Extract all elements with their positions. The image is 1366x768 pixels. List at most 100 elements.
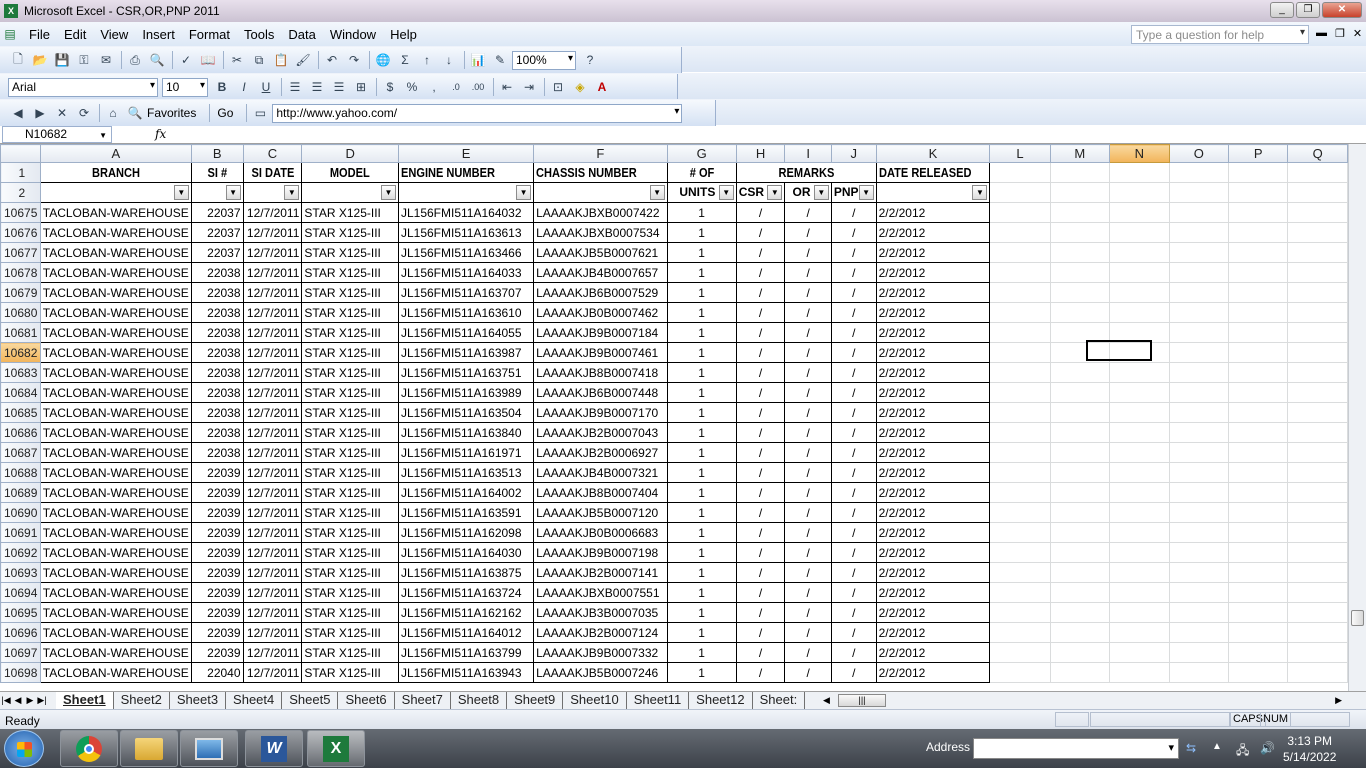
- cell-chassis[interactable]: LAAAAKJB2B0007043: [533, 422, 668, 443]
- drawing-icon[interactable]: ✎: [490, 50, 510, 70]
- empty-cell[interactable]: [1109, 302, 1170, 323]
- cell-branch[interactable]: TACLOBAN-WAREHOUSE: [40, 342, 192, 363]
- active-cell-N10682[interactable]: [1086, 340, 1152, 361]
- cell-model[interactable]: STAR X125-III: [301, 562, 399, 583]
- filter-dropdown-icon[interactable]: ▼: [972, 185, 988, 201]
- cell-csr[interactable]: /: [736, 322, 786, 343]
- empty-cell[interactable]: [1287, 302, 1348, 323]
- copy-icon[interactable]: ⧉: [249, 50, 269, 70]
- cell-date[interactable]: 12/7/2011: [243, 362, 303, 383]
- cell-units[interactable]: 1: [667, 602, 737, 623]
- cell-or[interactable]: /: [784, 302, 832, 323]
- cell-branch[interactable]: TACLOBAN-WAREHOUSE: [40, 582, 192, 603]
- cell-si[interactable]: 22037: [191, 202, 244, 223]
- empty-cell[interactable]: [1228, 562, 1289, 583]
- cell-units[interactable]: 1: [667, 202, 737, 223]
- cell-pnp[interactable]: /: [831, 562, 877, 583]
- cell-date[interactable]: 12/7/2011: [243, 502, 303, 523]
- empty-cell[interactable]: [989, 582, 1051, 603]
- percent-icon[interactable]: %: [402, 77, 422, 97]
- row-header[interactable]: 10688: [0, 462, 41, 483]
- empty-cell[interactable]: [1169, 542, 1230, 563]
- url-input[interactable]: http://www.yahoo.com/: [272, 103, 683, 123]
- cell-chassis[interactable]: LAAAAKJB9B0007332: [533, 642, 668, 663]
- empty-cell[interactable]: [1228, 522, 1289, 543]
- empty-cell[interactable]: [989, 402, 1051, 423]
- filter-dropdown-icon[interactable]: ▼: [718, 185, 734, 201]
- sheet-tab[interactable]: Sheet7: [395, 692, 451, 709]
- save-icon[interactable]: 💾: [52, 50, 72, 70]
- empty-cell[interactable]: [1228, 482, 1289, 503]
- empty-cell[interactable]: [1228, 422, 1289, 443]
- search-web-icon[interactable]: 🔍: [125, 103, 145, 123]
- cell-csr[interactable]: /: [736, 382, 786, 403]
- cell-released[interactable]: 2/2/2012: [876, 402, 991, 423]
- cell-date[interactable]: 12/7/2011: [243, 662, 303, 683]
- row-header[interactable]: 10676: [0, 222, 41, 243]
- cell-units[interactable]: 1: [667, 562, 737, 583]
- cell-units[interactable]: 1: [667, 482, 737, 503]
- scroll-left-icon[interactable]: ◀: [823, 695, 830, 706]
- stop-icon[interactable]: ✕: [52, 103, 72, 123]
- cell-model[interactable]: STAR X125-III: [301, 402, 399, 423]
- empty-cell[interactable]: [1169, 662, 1230, 683]
- cell-date[interactable]: 12/7/2011: [243, 222, 303, 243]
- empty-cell[interactable]: [1109, 502, 1170, 523]
- empty-cell[interactable]: [989, 442, 1051, 463]
- column-header[interactable]: O: [1168, 144, 1230, 163]
- cell-units[interactable]: 1: [667, 282, 737, 303]
- cell-chassis[interactable]: LAAAAKJB6B0007448: [533, 382, 668, 403]
- close-button[interactable]: ✕: [1322, 2, 1362, 18]
- cell-or[interactable]: /: [784, 502, 832, 523]
- column-header-selected[interactable]: N: [1109, 144, 1170, 163]
- cell-released[interactable]: 2/2/2012: [876, 562, 991, 583]
- empty-cell[interactable]: [1050, 602, 1111, 623]
- cell-model[interactable]: STAR X125-III: [301, 262, 399, 283]
- column-header[interactable]: P: [1228, 144, 1289, 163]
- empty-cell[interactable]: [1050, 242, 1111, 263]
- empty-cell[interactable]: [1228, 242, 1289, 263]
- empty-cell[interactable]: [1109, 362, 1170, 383]
- cell-units[interactable]: 1: [667, 242, 737, 263]
- restore-button[interactable]: ❐: [1296, 2, 1320, 18]
- empty-cell[interactable]: [1287, 522, 1348, 543]
- empty-cell[interactable]: [989, 562, 1051, 583]
- cell-si[interactable]: 22039: [191, 622, 244, 643]
- cell-or[interactable]: /: [784, 562, 832, 583]
- cell-chassis[interactable]: LAAAAKJB2B0007141: [533, 562, 668, 583]
- cell-engine[interactable]: JL156FMI511A164002: [398, 482, 535, 503]
- cell-pnp[interactable]: /: [831, 422, 877, 443]
- undo-icon[interactable]: ↶: [322, 50, 342, 70]
- print-icon[interactable]: ⎙: [125, 50, 145, 70]
- cell-released[interactable]: 2/2/2012: [876, 642, 991, 663]
- empty-cell[interactable]: [1109, 282, 1170, 303]
- empty-cell[interactable]: [1287, 502, 1348, 523]
- cell-engine[interactable]: JL156FMI511A163610: [398, 302, 535, 323]
- empty-cell[interactable]: [1169, 602, 1230, 623]
- sheet-tab[interactable]: Sheet9: [507, 692, 564, 709]
- empty-cell[interactable]: [989, 642, 1051, 663]
- cell-pnp[interactable]: /: [831, 642, 877, 663]
- cell-pnp[interactable]: /: [831, 482, 877, 503]
- cell-csr[interactable]: /: [736, 622, 786, 643]
- empty-cell[interactable]: [1287, 402, 1348, 423]
- cell-engine[interactable]: JL156FMI511A163989: [398, 382, 535, 403]
- cell-model[interactable]: STAR X125-III: [301, 602, 399, 623]
- row-header[interactable]: 10691: [0, 522, 41, 543]
- cell-si[interactable]: 22040: [191, 662, 244, 683]
- cell-si[interactable]: 22039: [191, 522, 244, 543]
- cell-branch[interactable]: TACLOBAN-WAREHOUSE: [40, 642, 192, 663]
- menu-view[interactable]: View: [93, 27, 135, 42]
- sheet-tab[interactable]: Sheet1: [56, 692, 114, 709]
- empty-cell[interactable]: [1287, 282, 1348, 303]
- cell-units[interactable]: 1: [667, 542, 737, 563]
- cell-units[interactable]: 1: [667, 522, 737, 543]
- empty-cell[interactable]: [1109, 422, 1170, 443]
- empty-cell[interactable]: [1228, 442, 1289, 463]
- cell-engine[interactable]: JL156FMI511A163840: [398, 422, 535, 443]
- cell-chassis[interactable]: LAAAAKJB8B0007404: [533, 482, 668, 503]
- filter-dropdown-icon[interactable]: ▼: [225, 185, 241, 201]
- horizontal-scrollbar[interactable]: ◀ ||| ▶: [820, 692, 1348, 709]
- cell-si[interactable]: 22039: [191, 462, 244, 483]
- row-header[interactable]: 10677: [0, 242, 41, 263]
